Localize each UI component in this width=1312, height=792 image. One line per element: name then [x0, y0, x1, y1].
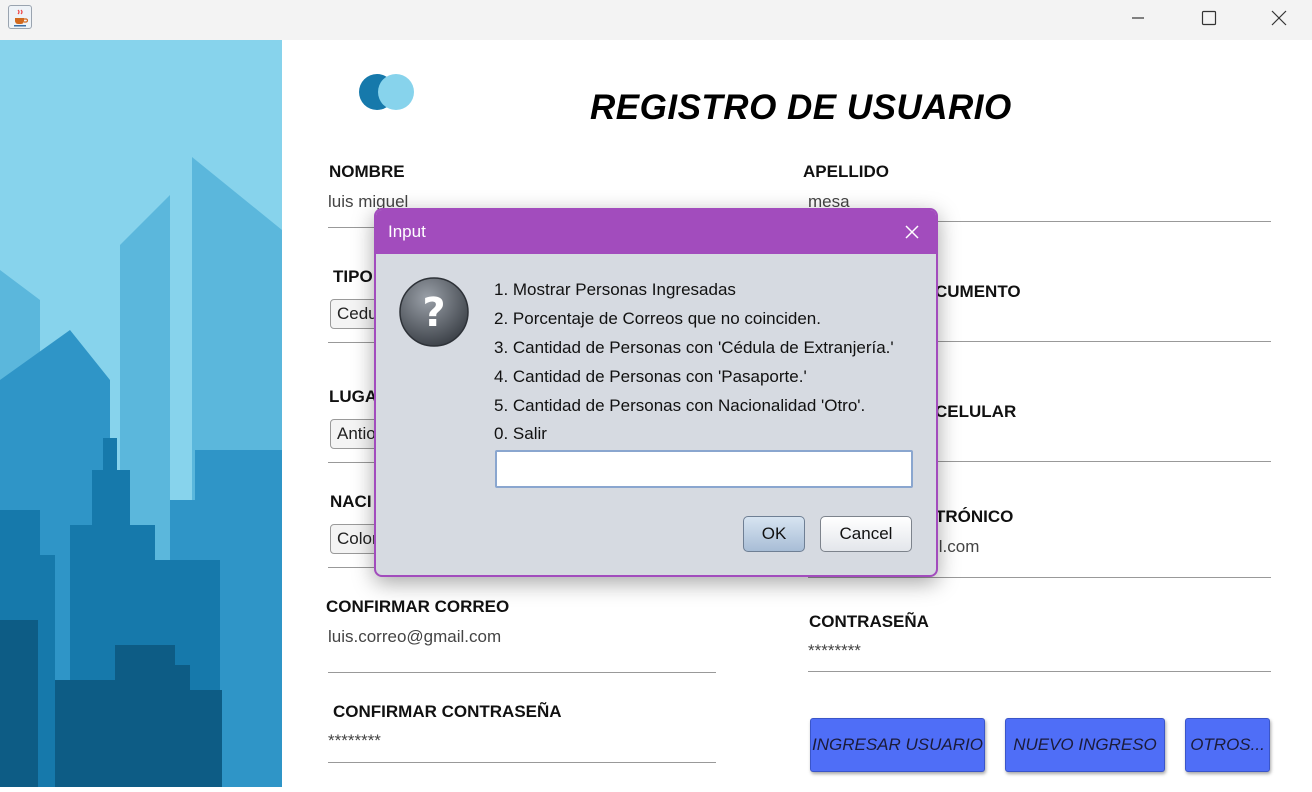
confirmar-correo-label: CONFIRMAR CORREO — [326, 597, 510, 616]
app-logo — [358, 72, 418, 119]
ingresar-usuario-button[interactable]: INGRESAR USUARIO — [810, 718, 985, 772]
cancel-button[interactable]: Cancel — [820, 516, 912, 552]
apellido-label: APELLIDO — [803, 162, 889, 181]
confirmar-contrasena-label: CONFIRMAR CONTRASEÑA — [333, 702, 562, 721]
nuevo-ingreso-button[interactable]: NUEVO INGRESO — [1005, 718, 1165, 772]
maximize-button[interactable] — [1184, 0, 1234, 36]
dialog-titlebar: Input — [376, 210, 936, 254]
contrasena-underline — [808, 671, 1271, 672]
contrasena-label: CONTRASEÑA — [809, 612, 929, 631]
option-2: 2. Porcentaje de Correos que no coincide… — [494, 309, 821, 328]
confirmar-contrasena-field[interactable]: ******** — [328, 731, 381, 751]
question-icon: ? — [398, 276, 470, 353]
close-icon — [905, 225, 919, 239]
correo-field[interactable]: il.com — [935, 537, 979, 557]
option-4: 4. Cantidad de Personas con 'Pasaporte.' — [494, 367, 807, 386]
documento-label: CUMENTO — [935, 282, 1021, 301]
nacionalidad-label: NACI — [330, 492, 372, 511]
confirmar-correo-field[interactable]: luis.correo@gmail.com — [328, 627, 501, 647]
correo-underline — [808, 577, 1271, 578]
confirmar-correo-underline — [328, 672, 716, 673]
celular-label: CELULAR — [935, 402, 1017, 421]
ok-button[interactable]: OK — [743, 516, 805, 552]
correo-label: TRÓNICO — [935, 507, 1014, 526]
minimize-icon — [1132, 17, 1144, 19]
lugar-label: LUGA — [329, 387, 378, 406]
option-0: 0. Salir — [494, 424, 547, 443]
window-titlebar — [0, 0, 1312, 40]
nombre-label: NOMBRE — [329, 162, 405, 181]
confirmar-contrasena-underline — [328, 762, 716, 763]
page-title: REGISTRO DE USUARIO — [590, 88, 1012, 127]
close-icon — [1271, 10, 1287, 26]
option-5: 5. Cantidad de Personas con Nacionalidad… — [494, 396, 866, 415]
java-coffee-icon — [8, 5, 32, 29]
minimize-button[interactable] — [1113, 0, 1163, 36]
option-3: 3. Cantidad de Personas con 'Cédula de E… — [494, 338, 894, 357]
close-window-button[interactable] — [1254, 0, 1304, 36]
city-skyline-illustration — [0, 40, 282, 787]
otros-button[interactable]: OTROS... — [1185, 718, 1270, 772]
maximize-icon — [1201, 10, 1217, 26]
dialog-close-button[interactable] — [898, 218, 926, 246]
input-dialog: Input ? 1. Mostrar Personas Ingresadas 2… — [374, 208, 938, 577]
option-1: 1. Mostrar Personas Ingresadas — [494, 280, 736, 299]
svg-text:?: ? — [422, 290, 445, 336]
contrasena-field[interactable]: ******** — [808, 641, 861, 661]
option-input[interactable] — [495, 450, 913, 488]
dialog-title: Input — [388, 222, 426, 241]
tipo-documento-label: TIPO — [333, 267, 373, 286]
